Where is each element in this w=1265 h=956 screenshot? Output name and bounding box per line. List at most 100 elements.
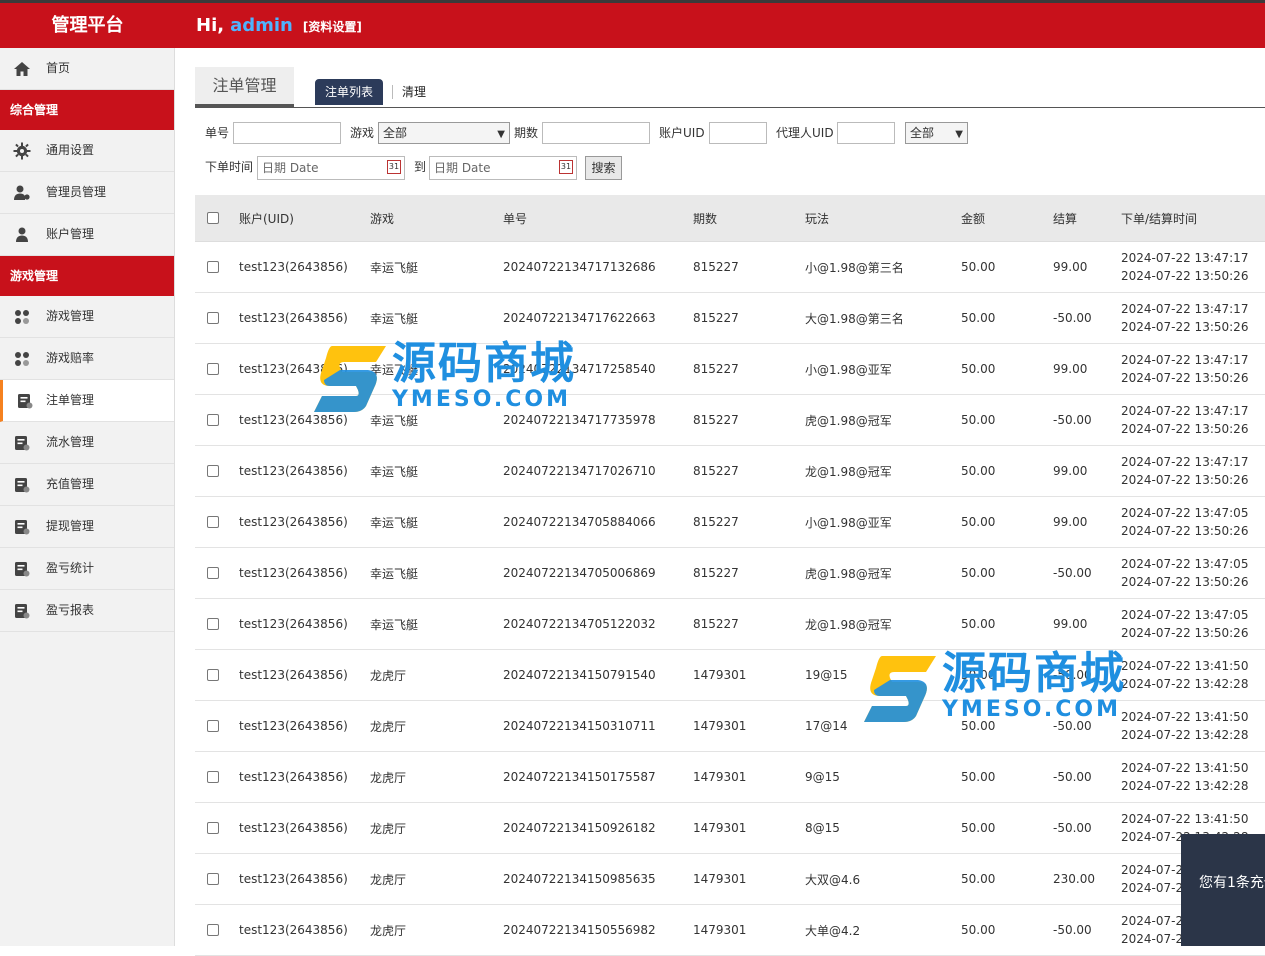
cell-game: 幸运飞艇 bbox=[370, 515, 419, 530]
order-time: 2024-07-22 13:41:50 bbox=[1121, 812, 1249, 826]
cell-order-no: 20240722134150926182 bbox=[503, 821, 656, 835]
settle-time: 2024-07-22 13:50:26 bbox=[1121, 422, 1249, 436]
end-date-input[interactable]: 日期 Date 31 bbox=[429, 156, 577, 180]
row-checkbox-cell bbox=[207, 344, 219, 394]
admin-user-icon bbox=[14, 185, 30, 200]
cell-settle: -50.00 bbox=[1053, 719, 1092, 733]
cell-settle: 99.00 bbox=[1053, 617, 1088, 631]
cell-settle: 230.00 bbox=[1053, 872, 1095, 886]
notification-toast[interactable]: 您有1条充值 bbox=[1181, 834, 1265, 946]
cell-amount: 50.00 bbox=[961, 413, 996, 427]
agent-select[interactable]: 全部 ▼ bbox=[905, 122, 968, 144]
sidebar-item-withdraw-manage[interactable]: 提现管理 bbox=[0, 506, 174, 548]
cell-order-no: 20240722134150556982 bbox=[503, 923, 656, 937]
username[interactable]: admin bbox=[230, 15, 293, 36]
row-checkbox[interactable] bbox=[207, 618, 219, 630]
search-button[interactable]: 搜索 bbox=[585, 156, 622, 180]
cell-order-no: 20240722134705884066 bbox=[503, 515, 656, 529]
cell-amount: 50.00 bbox=[961, 566, 996, 580]
calendar-icon[interactable]: 31 bbox=[387, 160, 401, 174]
row-checkbox[interactable] bbox=[207, 771, 219, 783]
cell-period: 1479301 bbox=[693, 821, 747, 835]
col-period: 期数 bbox=[693, 211, 718, 226]
row-checkbox[interactable] bbox=[207, 924, 219, 936]
sidebar-item-profit-stats[interactable]: 盈亏统计 bbox=[0, 548, 174, 590]
sidebar-item-flow-manage[interactable]: 流水管理 bbox=[0, 422, 174, 464]
brand-title: 管理平台 bbox=[51, 15, 124, 36]
table-row: test123(2643856) 幸运飞艇 20240722134705884066… bbox=[195, 497, 1265, 548]
sidebar-item-home[interactable]: 首页 bbox=[0, 48, 174, 90]
cell-time: 2024-07-22 13:47:17 2024-07-22 13:50:26 bbox=[1121, 293, 1248, 343]
row-checkbox[interactable] bbox=[207, 822, 219, 834]
sidebar: 首页 综合管理 通用设置 管理员管理 账户管理 游戏管理 游戏管理 游戏赔率 注… bbox=[0, 48, 175, 946]
profile-settings-link[interactable]: [资料设置] bbox=[303, 20, 362, 34]
agent-select-value: 全部 bbox=[910, 126, 935, 140]
cell-account: test123(2643856) bbox=[239, 464, 348, 478]
sidebar-item-general-settings[interactable]: 通用设置 bbox=[0, 130, 174, 172]
sidebar-item-profit-report[interactable]: 盈亏报表 bbox=[0, 590, 174, 632]
order-no-input[interactable] bbox=[233, 122, 341, 144]
settle-time: 2024-07-22 13:50:26 bbox=[1121, 371, 1249, 385]
table-row: test123(2643856) 龙虎厅 20240722134150556982 1… bbox=[195, 905, 1265, 956]
select-all-checkbox[interactable] bbox=[207, 212, 219, 224]
sidebar-item-bet-manage[interactable]: 注单管理 bbox=[0, 380, 174, 422]
settle-time: 2024-07-22 13:50:26 bbox=[1121, 473, 1249, 487]
cell-time: 2024-07-22 13:47:05 2024-07-22 13:50:26 bbox=[1121, 497, 1248, 547]
row-checkbox-cell bbox=[207, 701, 219, 751]
cell-account: test123(2643856) bbox=[239, 719, 348, 733]
cell-settle: 99.00 bbox=[1053, 464, 1088, 478]
row-checkbox[interactable] bbox=[207, 873, 219, 885]
sidebar-item-label: 游戏管理 bbox=[46, 309, 95, 323]
settle-time: 2024-07-22 13:42:28 bbox=[1121, 677, 1249, 691]
cell-time: 2024-07-22 13:47:17 2024-07-22 13:50:26 bbox=[1121, 395, 1248, 445]
sidebar-item-label: 管理员管理 bbox=[46, 185, 107, 199]
home-icon bbox=[14, 62, 30, 76]
row-checkbox[interactable] bbox=[207, 669, 219, 681]
cell-order-no: 20240722134717735978 bbox=[503, 413, 656, 427]
cell-settle: -50.00 bbox=[1053, 821, 1092, 835]
end-date-placeholder: 日期 Date bbox=[434, 161, 491, 175]
agent-uid-label: 代理人UID bbox=[776, 126, 834, 140]
game-select[interactable]: 全部 ▼ bbox=[378, 122, 510, 144]
sidebar-item-game-manage[interactable]: 游戏管理 bbox=[0, 296, 174, 338]
tab-clear[interactable]: 清理 bbox=[402, 83, 426, 100]
agent-uid-input[interactable] bbox=[837, 122, 895, 144]
row-checkbox[interactable] bbox=[207, 363, 219, 375]
calendar-icon[interactable]: 31 bbox=[559, 160, 573, 174]
row-checkbox[interactable] bbox=[207, 465, 219, 477]
cell-amount: 50.00 bbox=[961, 719, 996, 733]
cell-game: 龙虎厅 bbox=[370, 770, 407, 785]
account-uid-input[interactable] bbox=[709, 122, 767, 144]
cell-period: 815227 bbox=[693, 617, 739, 631]
cell-account: test123(2643856) bbox=[239, 821, 348, 835]
sidebar-item-recharge-manage[interactable]: 充值管理 bbox=[0, 464, 174, 506]
sidebar-item-account-manage[interactable]: 账户管理 bbox=[0, 214, 174, 256]
cell-play: 虎@1.98@冠军 bbox=[805, 413, 892, 428]
table-header: 账户(UID) 游戏 单号 期数 玩法 金额 结算 下单/结算时间 bbox=[195, 195, 1265, 242]
row-checkbox[interactable] bbox=[207, 261, 219, 273]
cell-play: 小@1.98@亚军 bbox=[805, 362, 892, 377]
row-checkbox[interactable] bbox=[207, 312, 219, 324]
cell-settle: 99.00 bbox=[1053, 515, 1088, 529]
grid-icon bbox=[15, 352, 29, 366]
sidebar-item-admin-manage[interactable]: 管理员管理 bbox=[0, 172, 174, 214]
start-date-input[interactable]: 日期 Date 31 bbox=[257, 156, 405, 180]
row-checkbox-cell bbox=[207, 242, 219, 292]
sidebar-item-game-odds[interactable]: 游戏赔率 bbox=[0, 338, 174, 380]
period-input[interactable] bbox=[542, 122, 650, 144]
row-checkbox[interactable] bbox=[207, 567, 219, 579]
row-checkbox[interactable] bbox=[207, 516, 219, 528]
grid-icon bbox=[15, 310, 29, 324]
row-checkbox[interactable] bbox=[207, 720, 219, 732]
cell-time: 2024-07-22 13:41:50 2024-07-22 13:42:28 bbox=[1121, 701, 1248, 751]
cell-settle: -50.00 bbox=[1053, 923, 1092, 937]
col-time: 下单/结算时间 bbox=[1121, 211, 1198, 226]
row-checkbox[interactable] bbox=[207, 414, 219, 426]
cell-order-no: 20240722134150985635 bbox=[503, 872, 656, 886]
document-icon bbox=[15, 436, 30, 451]
cell-account: test123(2643856) bbox=[239, 872, 348, 886]
cell-period: 815227 bbox=[693, 311, 739, 325]
cell-time: 2024-07-22 13:47:05 2024-07-22 13:50:26 bbox=[1121, 548, 1248, 598]
table-row: test123(2643856) 龙虎厅 20240722134150310711 1… bbox=[195, 701, 1265, 752]
tab-bet-list[interactable]: 注单列表 bbox=[315, 79, 383, 105]
